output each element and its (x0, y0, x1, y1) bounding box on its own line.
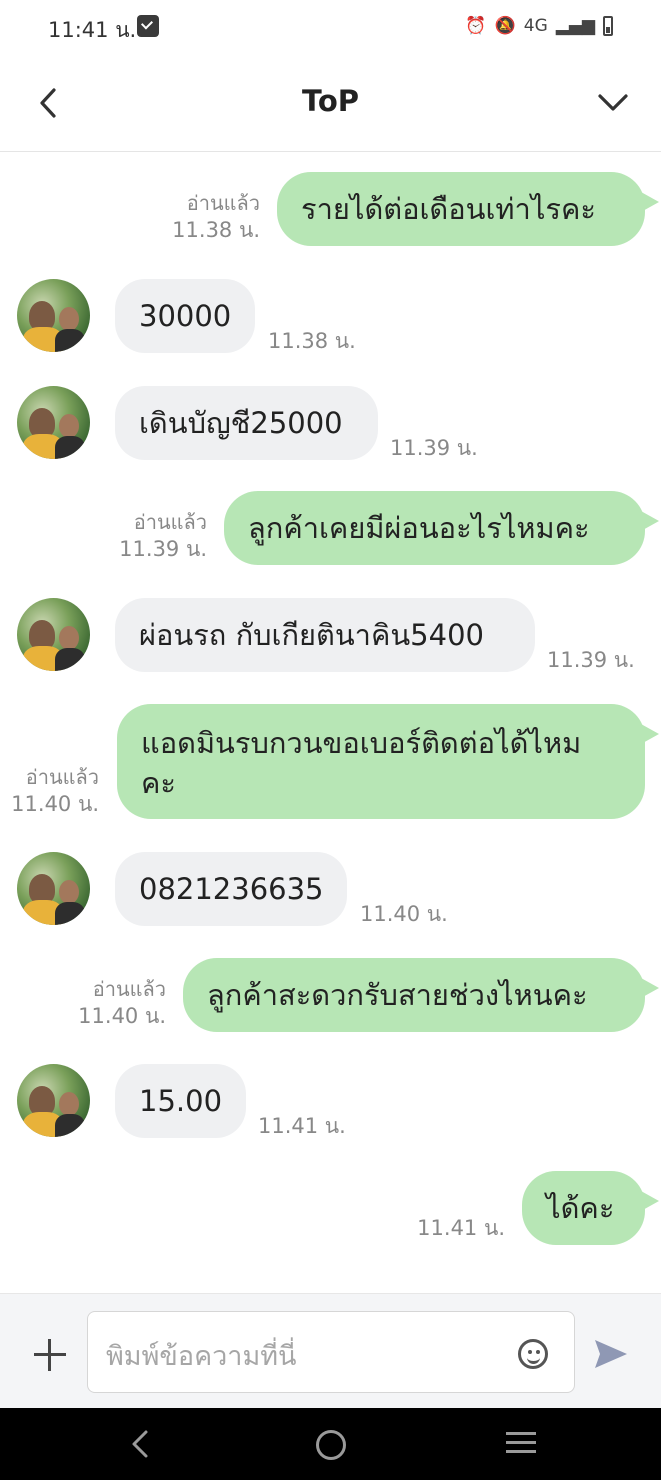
message-time: 11.41 น. (258, 1114, 346, 1138)
message-text: รายได้ต่อเดือนเท่าไรคะ (301, 192, 596, 226)
message-text: 15.00 (139, 1084, 223, 1118)
read-receipt: อ่านแล้ว (186, 191, 260, 215)
alarm-icon: ⏰ (465, 16, 487, 36)
notification-icon (137, 15, 159, 37)
message-input[interactable]: พิมพ์ข้อความที่นี่ (87, 1311, 575, 1393)
incoming-bubble[interactable]: 0821236635 (115, 852, 347, 926)
outgoing-bubble[interactable]: ได้คะ (522, 1171, 659, 1245)
nav-back-icon[interactable] (126, 1428, 156, 1460)
avatar[interactable] (17, 1064, 90, 1137)
chat-title[interactable]: ToP (0, 84, 661, 118)
message-text: 0821236635 (139, 872, 324, 906)
message-text: เดินบัญชี25000 (139, 406, 343, 440)
message-time: 11.38 น. (268, 329, 356, 353)
message-time: 11.40 น. (360, 902, 448, 926)
chat-header: ToP (0, 58, 661, 152)
system-nav-bar (0, 1408, 661, 1480)
message-text: ลูกค้าสะดวกรับสายช่วงไหนคะ (207, 978, 588, 1012)
message-time: 11.39 น. (547, 648, 635, 672)
input-placeholder: พิมพ์ข้อความที่นี่ (106, 1341, 297, 1372)
incoming-bubble[interactable]: 30000 (115, 279, 255, 353)
nav-recents-icon[interactable] (506, 1432, 536, 1454)
battery-icon (603, 16, 613, 36)
message-list[interactable]: อ่านแล้ว 11.38 น. รายได้ต่อเดือนเท่าไรคะ… (0, 152, 661, 1292)
message-meta: อ่านแล้ว 11.39 น. (119, 509, 207, 563)
message-text-line: คะ (141, 766, 176, 800)
incoming-bubble[interactable]: ผ่อนรถ กับเกียตินาคิน5400 (115, 598, 535, 672)
emoji-icon[interactable] (518, 1339, 548, 1369)
message-time: 11.40 น. (11, 792, 99, 816)
message-text-line: แอดมินรบกวนขอเบอร์ติดต่อได้ไหม (141, 726, 582, 760)
read-receipt: อ่านแล้ว (92, 977, 166, 1001)
outgoing-bubble[interactable]: ลูกค้าสะดวกรับสายช่วงไหนคะ (183, 958, 659, 1032)
signal-icon: ▂▄▆ (555, 16, 595, 36)
message-text: ผ่อนรถ กับเกียตินาคิน5400 (139, 618, 484, 652)
send-icon[interactable] (593, 1337, 629, 1371)
message-meta: อ่านแล้ว 11.38 น. (172, 190, 260, 244)
message-text: ลูกค้าเคยมีผ่อนอะไรไหมคะ (248, 511, 590, 545)
avatar[interactable] (17, 279, 90, 352)
message-meta: 11.41 น. (417, 1215, 505, 1242)
plus-icon[interactable] (34, 1339, 66, 1371)
message-text: ได้คะ (546, 1191, 615, 1225)
status-icons: ⏰ 🔕 4G ▂▄▆ (465, 16, 613, 36)
outgoing-bubble[interactable]: ลูกค้าเคยมีผ่อนอะไรไหมคะ (224, 491, 659, 565)
read-receipt: อ่านแล้ว (25, 765, 99, 789)
network-label: 4G (523, 16, 548, 36)
avatar[interactable] (17, 386, 90, 459)
message-time: 11.41 น. (417, 1216, 505, 1240)
message-text: 30000 (139, 299, 232, 333)
message-meta: อ่านแล้ว 11.40 น. (78, 976, 166, 1030)
nav-home-icon[interactable] (316, 1430, 346, 1460)
outgoing-bubble[interactable]: รายได้ต่อเดือนเท่าไรคะ (277, 172, 659, 246)
avatar[interactable] (17, 852, 90, 925)
mute-icon: 🔕 (494, 16, 516, 36)
message-time: 11.40 น. (78, 1004, 166, 1028)
message-input-bar: พิมพ์ข้อความที่นี่ (0, 1293, 661, 1409)
message-meta: อ่านแล้ว 11.40 น. (11, 764, 99, 818)
read-receipt: อ่านแล้ว (133, 510, 207, 534)
chevron-down-icon[interactable] (595, 85, 631, 121)
incoming-bubble[interactable]: เดินบัญชี25000 (115, 386, 378, 460)
message-time: 11.38 น. (172, 218, 260, 242)
message-time: 11.39 น. (119, 537, 207, 561)
incoming-bubble[interactable]: 15.00 (115, 1064, 246, 1138)
avatar[interactable] (17, 598, 90, 671)
status-time: 11:41 น. (48, 18, 137, 42)
status-bar: 11:41 น. ⏰ 🔕 4G ▂▄▆ (0, 0, 661, 58)
outgoing-bubble[interactable]: แอดมินรบกวนขอเบอร์ติดต่อได้ไหม คะ (117, 704, 659, 819)
message-time: 11.39 น. (390, 436, 478, 460)
